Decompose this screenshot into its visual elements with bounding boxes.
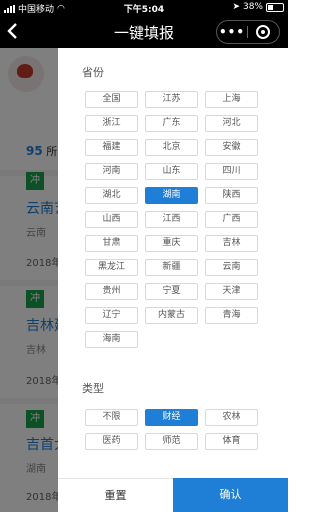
province-option[interactable]: 福建 [85,139,138,156]
close-capsule-button[interactable] [248,25,278,39]
province-option[interactable]: 黑龙江 [85,259,138,276]
filter-footer: 重置 确认 [58,478,288,512]
province-option[interactable]: 湖北 [85,187,138,204]
province-option[interactable]: 内蒙古 [145,307,198,324]
confirm-button[interactable]: 确认 [173,478,288,512]
province-option[interactable]: 宁夏 [145,283,198,300]
type-option[interactable]: 体育 [205,433,258,450]
province-option[interactable]: 重庆 [145,235,198,252]
type-option[interactable]: 不限 [85,409,138,426]
filter-drawer: 省份 全国 江苏 上海浙江 广东 河北福建 北京 安徽河南 山东 四川湖北 湖南 陕西山西 江西 广西甘… [58,48,288,512]
province-option[interactable]: 全国 [85,91,138,108]
province-option[interactable]: 湖南 [145,187,198,204]
province-option[interactable]: 山东 [145,163,198,180]
province-option[interactable]: 上海 [205,91,258,108]
mini-program-capsule: ••• [216,20,280,44]
province-option[interactable]: 河北 [205,115,258,132]
province-option[interactable]: 吉林 [205,235,258,252]
province-option[interactable]: 北京 [145,139,198,156]
province-option[interactable]: 云南 [205,259,258,276]
province-option[interactable]: 广东 [145,115,198,132]
status-right: ➤ 38% [232,2,284,12]
province-option[interactable]: 江西 [145,211,198,228]
type-option[interactable]: 财经 [145,409,198,426]
province-option[interactable]: 辽宁 [85,307,138,324]
more-menu-icon[interactable]: ••• [217,25,247,39]
province-option[interactable]: 新疆 [145,259,198,276]
province-option[interactable]: 四川 [205,163,258,180]
status-bar: 中国移动 ◠ 下午5:04 ➤ 38% [0,0,288,16]
target-icon [256,25,270,39]
location-icon: ➤ [232,2,240,12]
type-option[interactable]: 师范 [145,433,198,450]
type-option[interactable]: 医药 [85,433,138,450]
province-section-title: 省份 [82,66,104,79]
province-option[interactable]: 山西 [85,211,138,228]
type-options: 不限 财经 农林医药 师范 体育 [85,409,265,450]
reset-button[interactable]: 重置 [58,478,173,512]
province-option[interactable]: 广西 [205,211,258,228]
battery-icon [266,2,284,12]
province-option[interactable]: 天津 [205,283,258,300]
province-option[interactable]: 甘肃 [85,235,138,252]
province-option[interactable]: 青海 [205,307,258,324]
province-options: 全国 江苏 上海浙江 广东 河北福建 北京 安徽河南 山东 四川湖北 湖南 陕西山西 江西 广西甘肃 重庆… [85,91,265,348]
province-option[interactable]: 安徽 [205,139,258,156]
nav-bar: 一键填报 ••• [0,16,288,48]
province-option[interactable]: 江苏 [145,91,198,108]
province-option[interactable]: 贵州 [85,283,138,300]
province-option[interactable]: 海南 [85,331,138,348]
type-option[interactable]: 农林 [205,409,258,426]
province-option[interactable]: 浙江 [85,115,138,132]
type-section-title: 类型 [82,382,104,395]
province-option[interactable]: 河南 [85,163,138,180]
province-option[interactable]: 陕西 [205,187,258,204]
battery-percent: 38% [242,2,263,12]
